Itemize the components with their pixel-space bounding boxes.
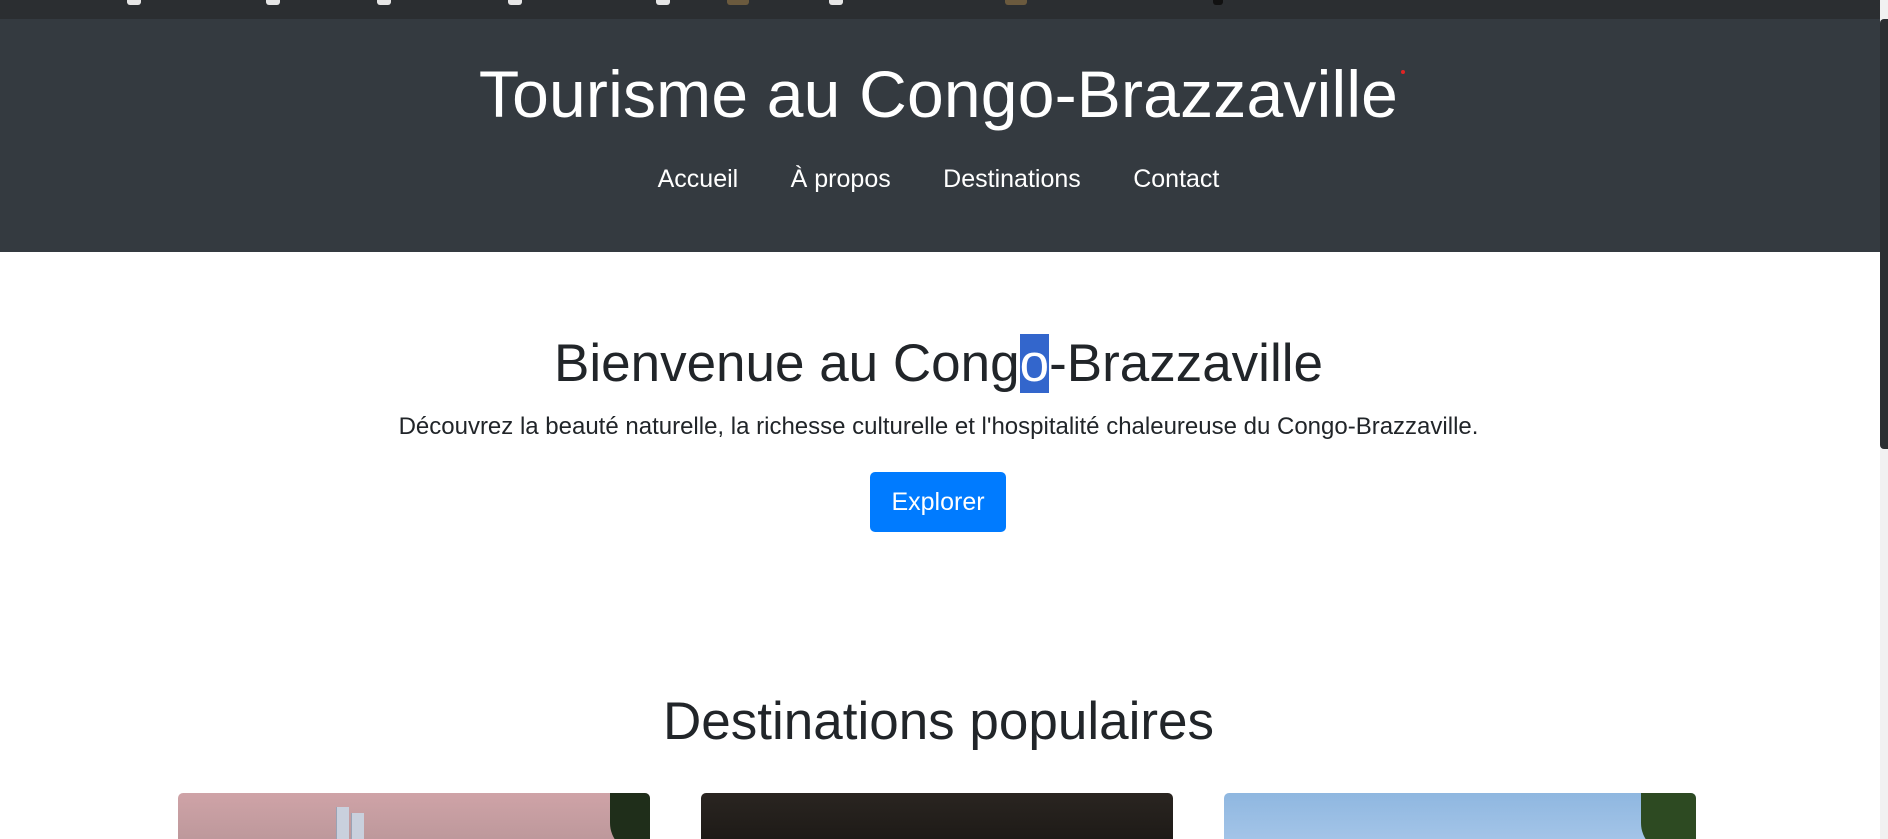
tree-shape <box>1641 793 1696 839</box>
destinations-title: Destinations populaires <box>663 692 1214 751</box>
explore-button[interactable]: Explorer <box>870 472 1006 532</box>
nav-link-a-propos[interactable]: À propos <box>791 167 891 192</box>
tree-shape <box>610 793 650 839</box>
hero-title-start: Bienvenue au Cong <box>554 334 1020 393</box>
scrollbar[interactable] <box>1880 0 1888 839</box>
scrollbar-thumb[interactable] <box>1880 19 1888 449</box>
nav-link-destinations[interactable]: Destinations <box>943 167 1081 192</box>
site-title: Tourisme au Congo-Brazzaville <box>478 57 1399 131</box>
nav-link-accueil[interactable]: Accueil <box>658 167 739 192</box>
bookmark-icon[interactable] <box>1005 0 1027 5</box>
bookmark-icon[interactable] <box>727 0 749 5</box>
bookmark-icon[interactable] <box>266 0 280 5</box>
hero-title-end: -Brazzaville <box>1049 334 1323 393</box>
bookmark-icon[interactable] <box>377 0 391 5</box>
bookmark-icon[interactable] <box>829 0 843 5</box>
hero-description: Découvrez la beauté naturelle, la riches… <box>398 413 1479 440</box>
main-nav: Accueil À propos Destinations Contact <box>0 167 1877 192</box>
destination-card-image[interactable] <box>178 793 650 839</box>
destination-card-image[interactable] <box>1224 793 1696 839</box>
bookmark-icon[interactable] <box>656 0 670 5</box>
page: Tourisme au Congo-Brazzaville Accueil À … <box>0 0 1888 839</box>
site-header: Tourisme au Congo-Brazzaville Accueil À … <box>0 19 1880 252</box>
bookmark-icon[interactable] <box>508 0 522 5</box>
bookmark-icon[interactable] <box>127 0 141 5</box>
tower-shape <box>336 807 349 839</box>
hero-title: Bienvenue au Congo-Brazzaville <box>0 334 1877 393</box>
hero-title-selection: o <box>1019 334 1050 393</box>
notification-dot <box>1401 70 1405 74</box>
destination-card-image[interactable] <box>701 793 1173 839</box>
browser-bookmarks-bar <box>0 0 1888 19</box>
tower-shape <box>351 813 364 839</box>
bookmark-icon[interactable] <box>1213 0 1223 5</box>
nav-link-contact[interactable]: Contact <box>1133 167 1219 192</box>
